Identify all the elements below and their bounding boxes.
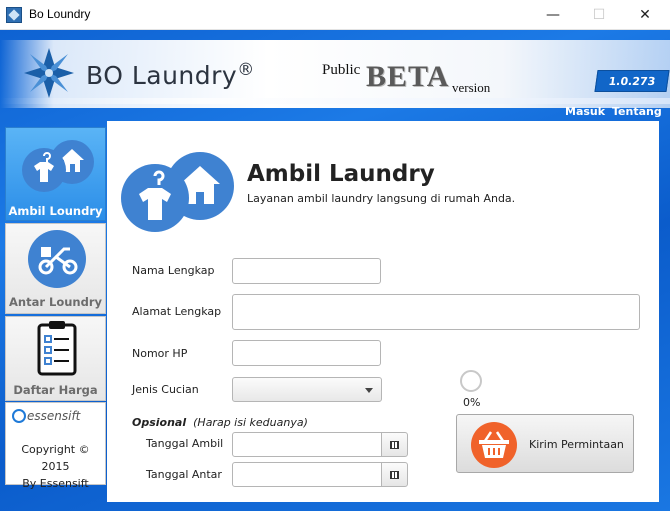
nama-lengkap-label: Nama Lengkap <box>132 264 215 277</box>
laundry-pickup-hero-icon <box>121 152 234 232</box>
sidebar-item-daftar-harga[interactable]: Daftar Harga <box>5 316 106 401</box>
bo-laundry-logo-icon <box>24 48 74 98</box>
close-button[interactable]: ✕ <box>622 0 668 30</box>
tanggal-ambil-label: Tanggal Ambil <box>146 437 224 450</box>
sidebar-item-ambil-loundry[interactable]: Ambil Loundry <box>5 127 106 221</box>
copyright-text: Copyright © 2015 By Essensift <box>21 443 90 490</box>
tanggal-antar-picker-button[interactable] <box>381 462 408 487</box>
page-title: Ambil Laundry <box>247 161 435 187</box>
calendar-icon <box>390 470 399 479</box>
app-icon <box>6 7 22 23</box>
minimize-button[interactable]: — <box>530 0 576 30</box>
nomor-hp-input[interactable] <box>232 340 381 366</box>
beta-label: BETA <box>366 60 450 93</box>
sidebar-item-label: Antar Loundry <box>8 295 103 309</box>
essensift-logo-icon <box>12 409 26 423</box>
version-word: version <box>452 80 491 95</box>
jenis-cucian-label: Jenis Cucian <box>132 383 199 396</box>
sidebar-item-antar-loundry[interactable]: Antar Loundry <box>5 223 106 314</box>
sidebar-item-label: Ambil Loundry <box>8 204 103 218</box>
submit-label: Kirim Permintaan <box>529 438 624 451</box>
alamat-lengkap-input[interactable] <box>232 294 640 330</box>
laundry-pickup-icon <box>22 140 94 192</box>
price-list-icon <box>37 321 77 376</box>
kirim-permintaan-button[interactable]: Kirim Permintaan <box>456 414 634 473</box>
window-title: Bo Loundry <box>29 7 91 21</box>
chevron-down-icon <box>365 388 373 393</box>
nama-lengkap-input[interactable] <box>232 258 381 284</box>
nomor-hp-label: Nomor HP <box>132 347 188 360</box>
essensift-logo: essensift <box>12 409 80 423</box>
optional-section-label: Opsional (Harap isi keduanya) <box>132 416 308 429</box>
title-bar: Bo Loundry — ☐ ✕ <box>0 0 670 30</box>
banner-stripe <box>0 98 670 104</box>
tanggal-antar-label: Tanggal Antar <box>146 468 222 481</box>
calendar-icon <box>390 440 399 449</box>
tanggal-ambil-picker-button[interactable] <box>381 432 408 457</box>
version-badge: 1.0.273 <box>594 70 670 92</box>
login-link[interactable]: Masuk <box>565 105 605 118</box>
progress-indicator <box>460 370 482 392</box>
progress-percentage: 0% <box>463 396 481 409</box>
jenis-cucian-dropdown[interactable] <box>232 377 382 402</box>
tanggal-ambil-input[interactable] <box>232 432 382 457</box>
basket-icon <box>471 422 517 468</box>
maximize-button[interactable]: ☐ <box>576 0 622 30</box>
about-link[interactable]: Tentang <box>612 105 662 118</box>
public-label: Public <box>322 62 361 78</box>
tanggal-antar-input[interactable] <box>232 462 382 487</box>
brand-name: BO Laundry® <box>86 60 255 90</box>
company-info: essensift Copyright © 2015 By Essensift <box>5 402 106 490</box>
page-subtitle: Layanan ambil laundry langsung di rumah … <box>247 192 516 205</box>
alamat-lengkap-label: Alamat Lengkap <box>132 305 222 318</box>
delivery-bike-icon <box>28 230 86 288</box>
sidebar-item-label: Daftar Harga <box>13 383 98 397</box>
